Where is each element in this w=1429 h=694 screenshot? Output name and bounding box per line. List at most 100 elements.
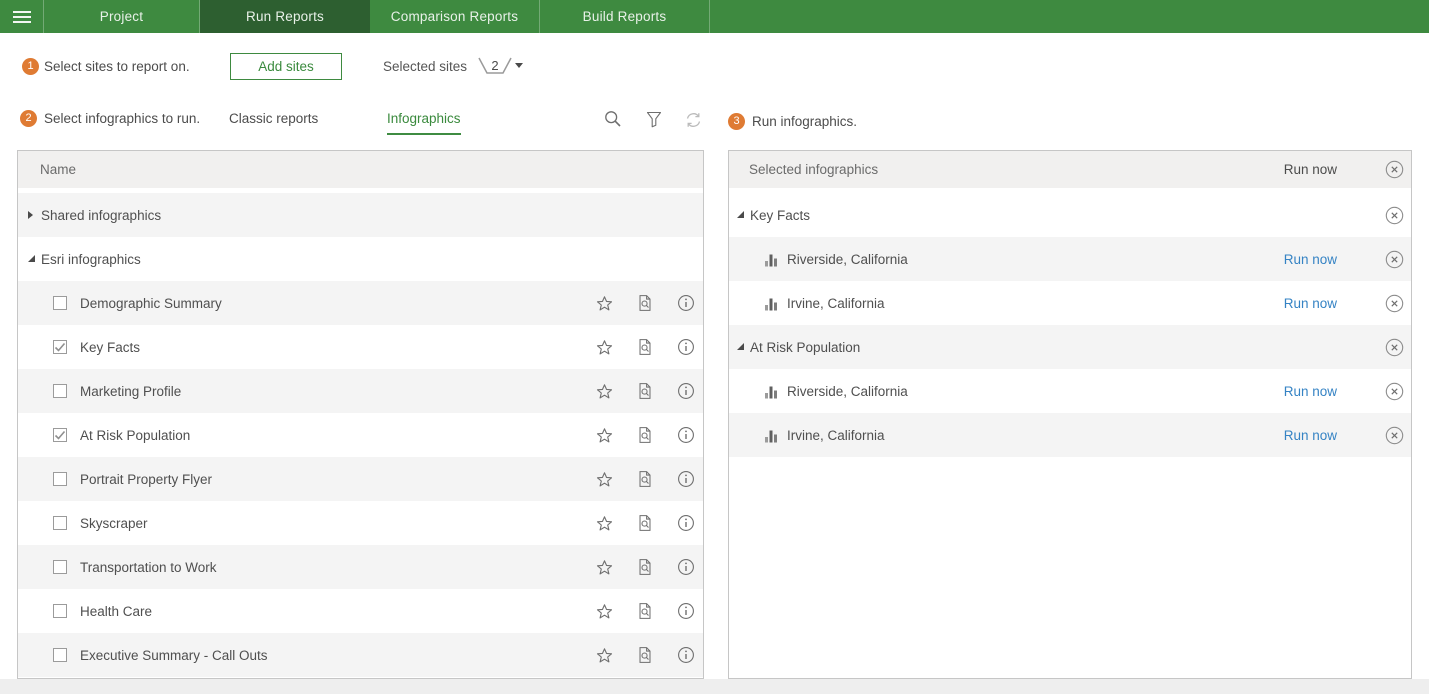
infographic-checkbox[interactable] <box>53 340 67 354</box>
name-header-label: Name <box>40 162 77 177</box>
remove-site-icon[interactable] <box>1385 250 1404 269</box>
infographic-checkbox[interactable] <box>53 384 67 398</box>
favorite-star-icon[interactable] <box>595 602 613 620</box>
selected-group-label: At Risk Population <box>750 339 861 355</box>
infographic-checkbox[interactable] <box>53 604 67 618</box>
info-icon[interactable] <box>677 558 695 576</box>
selected-sites-count[interactable]: 2 <box>476 54 514 81</box>
search-icon[interactable] <box>604 110 622 131</box>
favorite-star-icon[interactable] <box>595 558 613 576</box>
infographic-label: At Risk Population <box>80 427 191 443</box>
infographic-checkbox[interactable] <box>53 560 67 574</box>
tab-infographics[interactable]: Infographics <box>387 111 461 135</box>
favorite-star-icon[interactable] <box>595 426 613 444</box>
preview-document-icon[interactable] <box>636 382 654 400</box>
expand-caret-icon[interactable] <box>28 211 33 219</box>
refresh-icon[interactable] <box>685 112 702 131</box>
nav-tab-comparison-reports[interactable]: Comparison Reports <box>370 0 540 33</box>
infographic-row[interactable]: At Risk Population <box>18 413 703 457</box>
favorite-star-icon[interactable] <box>595 470 613 488</box>
svg-text:2: 2 <box>491 58 498 73</box>
info-icon[interactable] <box>677 294 695 312</box>
top-navbar: Project Run Reports Comparison Reports B… <box>0 0 1429 33</box>
step1-number-badge: 1 <box>22 58 39 75</box>
infographic-row[interactable]: Executive Summary - Call Outs <box>18 633 703 677</box>
preview-document-icon[interactable] <box>636 426 654 444</box>
selected-site-row[interactable]: Irvine, California Run now <box>729 281 1411 325</box>
preview-document-icon[interactable] <box>636 646 654 664</box>
horizontal-scrollbar-track[interactable] <box>0 679 1429 694</box>
selected-site-row[interactable]: Riverside, California Run now <box>729 369 1411 413</box>
favorite-star-icon[interactable] <box>595 646 613 664</box>
selected-site-row[interactable]: Irvine, California Run now <box>729 413 1411 457</box>
menu-button[interactable] <box>0 0 44 33</box>
selected-group-row[interactable]: At Risk Population <box>729 325 1411 369</box>
info-icon[interactable] <box>677 602 695 620</box>
info-icon[interactable] <box>677 338 695 356</box>
infographic-row[interactable]: Portrait Property Flyer <box>18 457 703 501</box>
preview-document-icon[interactable] <box>636 558 654 576</box>
selected-group-label: Key Facts <box>750 207 811 223</box>
run-now-link[interactable]: Run now <box>1284 384 1337 399</box>
run-now-link[interactable]: Run now <box>1284 296 1337 311</box>
infographic-checkbox[interactable] <box>53 516 67 530</box>
selected-site-row[interactable]: Riverside, California Run now <box>729 237 1411 281</box>
remove-site-icon[interactable] <box>1385 294 1404 313</box>
preview-document-icon[interactable] <box>636 338 654 356</box>
collapse-caret-icon[interactable] <box>737 210 744 218</box>
run-now-link[interactable]: Run now <box>1284 428 1337 443</box>
filter-icon[interactable] <box>646 111 662 131</box>
collapse-caret-icon[interactable] <box>28 254 35 262</box>
run-all-now-button[interactable]: Run now <box>1284 162 1337 177</box>
site-label: Irvine, California <box>787 295 885 311</box>
step3-number-badge: 3 <box>728 113 745 130</box>
favorite-star-icon[interactable] <box>595 294 613 312</box>
remove-site-icon[interactable] <box>1385 426 1404 445</box>
info-icon[interactable] <box>677 646 695 664</box>
run-now-link[interactable]: Run now <box>1284 252 1337 267</box>
infographic-label: Key Facts <box>80 339 141 355</box>
selected-group-row[interactable]: Key Facts <box>729 193 1411 237</box>
remove-site-icon[interactable] <box>1385 382 1404 401</box>
infographic-checkbox[interactable] <box>53 472 67 486</box>
tab-classic-reports[interactable]: Classic reports <box>229 111 318 126</box>
selected-sites-dropdown-caret-icon[interactable] <box>515 63 523 68</box>
favorite-star-icon[interactable] <box>595 338 613 356</box>
preview-document-icon[interactable] <box>636 294 654 312</box>
infographic-label: Demographic Summary <box>80 295 222 311</box>
infographic-row[interactable]: Transportation to Work <box>18 545 703 589</box>
add-sites-button[interactable]: Add sites <box>230 53 342 80</box>
preview-document-icon[interactable] <box>636 602 654 620</box>
collapse-caret-icon[interactable] <box>737 342 744 350</box>
site-label: Riverside, California <box>787 251 908 267</box>
infographic-row[interactable]: Demographic Summary <box>18 281 703 325</box>
infographic-row[interactable]: Key Facts <box>18 325 703 369</box>
nav-tab-run-reports[interactable]: Run Reports <box>200 0 370 33</box>
infographic-checkbox[interactable] <box>53 648 67 662</box>
infographic-row[interactable]: Marketing Profile <box>18 369 703 413</box>
infographic-label: Skyscraper <box>80 515 148 531</box>
name-column-header[interactable]: Name <box>18 151 703 193</box>
sites-count-icon: 2 <box>478 57 512 74</box>
infographic-chart-icon <box>764 296 778 311</box>
remove-all-icon[interactable] <box>1385 160 1404 179</box>
site-label: Riverside, California <box>787 383 908 399</box>
infographic-row[interactable]: Health Care <box>18 589 703 633</box>
infographic-checkbox[interactable] <box>53 428 67 442</box>
favorite-star-icon[interactable] <box>595 514 613 532</box>
info-icon[interactable] <box>677 514 695 532</box>
nav-tab-build-reports[interactable]: Build Reports <box>540 0 710 33</box>
infographic-group-row[interactable]: Esri infographics <box>18 237 703 281</box>
info-icon[interactable] <box>677 382 695 400</box>
info-icon[interactable] <box>677 426 695 444</box>
infographic-checkbox[interactable] <box>53 296 67 310</box>
infographic-group-row[interactable]: Shared infographics <box>18 193 703 237</box>
favorite-star-icon[interactable] <box>595 382 613 400</box>
preview-document-icon[interactable] <box>636 514 654 532</box>
remove-group-icon[interactable] <box>1385 206 1404 225</box>
preview-document-icon[interactable] <box>636 470 654 488</box>
nav-tab-project[interactable]: Project <box>44 0 200 33</box>
infographic-row[interactable]: Skyscraper <box>18 501 703 545</box>
remove-group-icon[interactable] <box>1385 338 1404 357</box>
info-icon[interactable] <box>677 470 695 488</box>
